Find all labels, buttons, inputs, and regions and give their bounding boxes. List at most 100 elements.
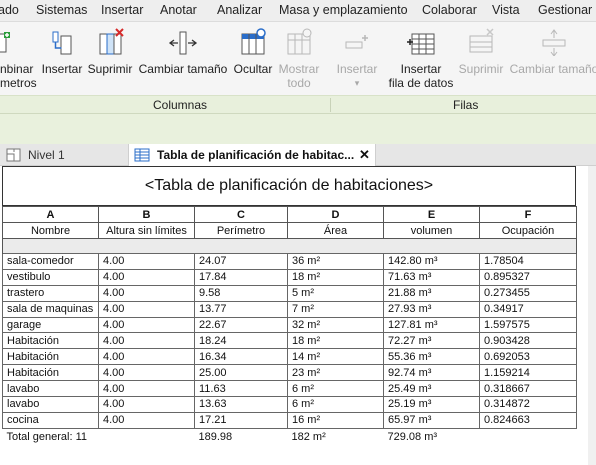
column-letter-row-cell: D	[287, 206, 384, 223]
insert-row-button[interactable]: Insertar ▾	[333, 22, 381, 95]
table-row-cell[interactable]: 36 m²	[287, 253, 384, 270]
table-row-cell[interactable]: 6 m²	[287, 380, 384, 398]
table-row-cell[interactable]: 0.895327	[479, 268, 577, 286]
menu-item-anotar[interactable]: Anotar	[160, 3, 197, 17]
insert-data-row-button[interactable]: Insertar fila de datos	[384, 22, 458, 95]
delete-column-label: Suprimir	[87, 62, 133, 76]
table-row-cell[interactable]: 4.00	[98, 284, 195, 302]
table-row-cell[interactable]: 13.63	[194, 396, 288, 413]
resize-column-button[interactable]: Cambiar tamaño	[137, 22, 229, 95]
hide-column-button[interactable]: Ocultar	[231, 22, 275, 95]
table-row: sala de maquinas 4.00 13.77 7 m² 27.93 m³ 0.3…	[2, 300, 577, 318]
menu-item-sistemas[interactable]: Sistemas	[36, 3, 87, 17]
table-row-cell[interactable]: 23 m²	[287, 364, 384, 382]
table-row-cell[interactable]: 55.36 m³	[383, 348, 480, 366]
table-row-cell[interactable]: trastero	[2, 284, 99, 302]
table-row-cell[interactable]: 4.00	[98, 411, 195, 429]
menu-item-masa-emplazamiento[interactable]: Masa y emplazamiento	[279, 3, 408, 17]
table-row-cell[interactable]: 7 m²	[287, 300, 384, 318]
table-row-cell[interactable]: 21.88 m³	[383, 284, 480, 302]
table-row-cell[interactable]: 27.93 m³	[383, 300, 480, 318]
table-row-cell[interactable]: 1.597575	[479, 316, 577, 334]
table-row-cell[interactable]: 4.00	[98, 316, 195, 334]
show-all-button[interactable]: Mostrar todo	[277, 22, 321, 95]
table-row-cell[interactable]: sala de maquinas	[2, 300, 99, 318]
insert-column-button[interactable]: Insertar	[40, 22, 84, 95]
table-row-cell[interactable]: lavabo	[2, 380, 99, 398]
table-row-cell[interactable]: 17.21	[194, 411, 288, 429]
menu-item-analizar[interactable]: Analizar	[217, 3, 262, 17]
tab-nivel-1-label: Nivel 1	[28, 148, 65, 162]
table-row-cell[interactable]: 72.27 m³	[383, 332, 480, 350]
table-row-cell[interactable]: 0.692053	[479, 348, 577, 366]
insert-column-label: Insertar	[41, 62, 83, 76]
table-row-cell[interactable]: 1.78504	[479, 253, 577, 270]
table-row-cell[interactable]: 18 m²	[287, 268, 384, 286]
table-row-cell[interactable]: cocina	[2, 411, 99, 429]
table-row-cell[interactable]: 25.00	[194, 364, 288, 382]
table-row-cell[interactable]: 4.00	[98, 268, 195, 286]
close-icon[interactable]: ✕	[359, 144, 370, 166]
table-row-cell[interactable]: 14 m²	[287, 348, 384, 366]
table-row-cell[interactable]: 18 m²	[287, 332, 384, 350]
resize-row-button[interactable]: Cambiar tamaño	[508, 22, 596, 95]
insert-row-dropdown-arrow[interactable]: ▾	[333, 76, 381, 90]
table-row: trastero 4.00 9.58 5 m² 21.88 m³ 0.273455	[2, 284, 577, 302]
delete-column-button[interactable]: Suprimir	[86, 22, 134, 95]
table-row-cell[interactable]: 0.314872	[479, 396, 577, 413]
table-row-cell[interactable]: Habitación	[2, 364, 99, 382]
table-row-cell[interactable]: 0.824663	[479, 411, 577, 429]
table-row-cell[interactable]: 4.00	[98, 253, 195, 270]
table-row-cell[interactable]: 16 m²	[287, 411, 384, 429]
table-row-cell[interactable]: 9.58	[194, 284, 288, 302]
table-row-cell[interactable]: 32 m²	[287, 316, 384, 334]
menu-item-modificar[interactable]: ado	[0, 3, 19, 17]
table-row-cell[interactable]: 24.07	[194, 253, 288, 270]
table-row-cell[interactable]: 65.97 m³	[383, 411, 480, 429]
table-row-cell[interactable]: 0.34917	[479, 300, 577, 318]
table-row-cell[interactable]: sala-comedor	[2, 253, 99, 270]
table-row-cell[interactable]: 0.903428	[479, 332, 577, 350]
table-row-cell[interactable]: 25.19 m³	[383, 396, 480, 413]
table-row: garage 4.00 22.67 32 m² 127.81 m³ 1.597575	[2, 316, 577, 334]
menu-item-gestionar[interactable]: Gestionar	[538, 3, 592, 17]
table-row-cell[interactable]: 25.49 m³	[383, 380, 480, 398]
tab-nivel-1[interactable]: Nivel 1	[6, 144, 124, 166]
table-row-cell[interactable]: 127.81 m³	[383, 316, 480, 334]
delete-row-button[interactable]: Suprimir	[457, 22, 505, 95]
table-row-cell[interactable]: 4.00	[98, 348, 195, 366]
menu-item-colaborar[interactable]: Colaborar	[422, 3, 477, 17]
table-row-cell[interactable]: 16.34	[194, 348, 288, 366]
table-row-cell[interactable]: 4.00	[98, 380, 195, 398]
table-row-cell[interactable]: 4.00	[98, 364, 195, 382]
table-row-cell[interactable]: garage	[2, 316, 99, 334]
table-row-cell[interactable]: vestibulo	[2, 268, 99, 286]
table-row-cell[interactable]: 5 m²	[287, 284, 384, 302]
table-row-cell[interactable]: 0.318667	[479, 380, 577, 398]
table-row-cell[interactable]: lavabo	[2, 396, 99, 413]
table-row-cell[interactable]: 0.273455	[479, 284, 577, 302]
table-row: Habitación 4.00 25.00 23 m² 92.74 m³ 1.159214	[2, 364, 577, 382]
vertical-scrollbar[interactable]	[588, 166, 596, 465]
table-row-cell[interactable]: 4.00	[98, 396, 195, 413]
table-row-cell[interactable]: 11.63	[194, 380, 288, 398]
table-row-cell[interactable]: 4.00	[98, 300, 195, 318]
table-row-cell[interactable]: 92.74 m³	[383, 364, 480, 382]
tab-room-schedule[interactable]: Tabla de planificación de habitac... ✕	[128, 144, 376, 166]
table-row-cell[interactable]: 71.63 m³	[383, 268, 480, 286]
table-row-cell[interactable]: 142.80 m³	[383, 253, 480, 270]
table-row-cell[interactable]: 18.24	[194, 332, 288, 350]
table-row-cell[interactable]: 4.00	[98, 332, 195, 350]
table-row: sala-comedor 4.00 24.07 36 m² 142.80 m³ 1.785…	[2, 253, 577, 270]
resize-row-label: Cambiar tamaño	[509, 62, 596, 76]
table-row-cell[interactable]: Habitación	[2, 348, 99, 366]
menu-item-insertar[interactable]: Insertar	[101, 3, 143, 17]
table-row-cell[interactable]: 17.84	[194, 268, 288, 286]
table-row-cell[interactable]: 1.159214	[479, 364, 577, 382]
table-row-cell[interactable]: 6 m²	[287, 396, 384, 413]
menu-item-vista[interactable]: Vista	[492, 3, 520, 17]
table-row-cell[interactable]: 13.77	[194, 300, 288, 318]
table-row-cell[interactable]: 22.67	[194, 316, 288, 334]
combine-parameters-button[interactable]: nbinar metros	[0, 22, 37, 95]
table-row-cell[interactable]: Habitación	[2, 332, 99, 350]
